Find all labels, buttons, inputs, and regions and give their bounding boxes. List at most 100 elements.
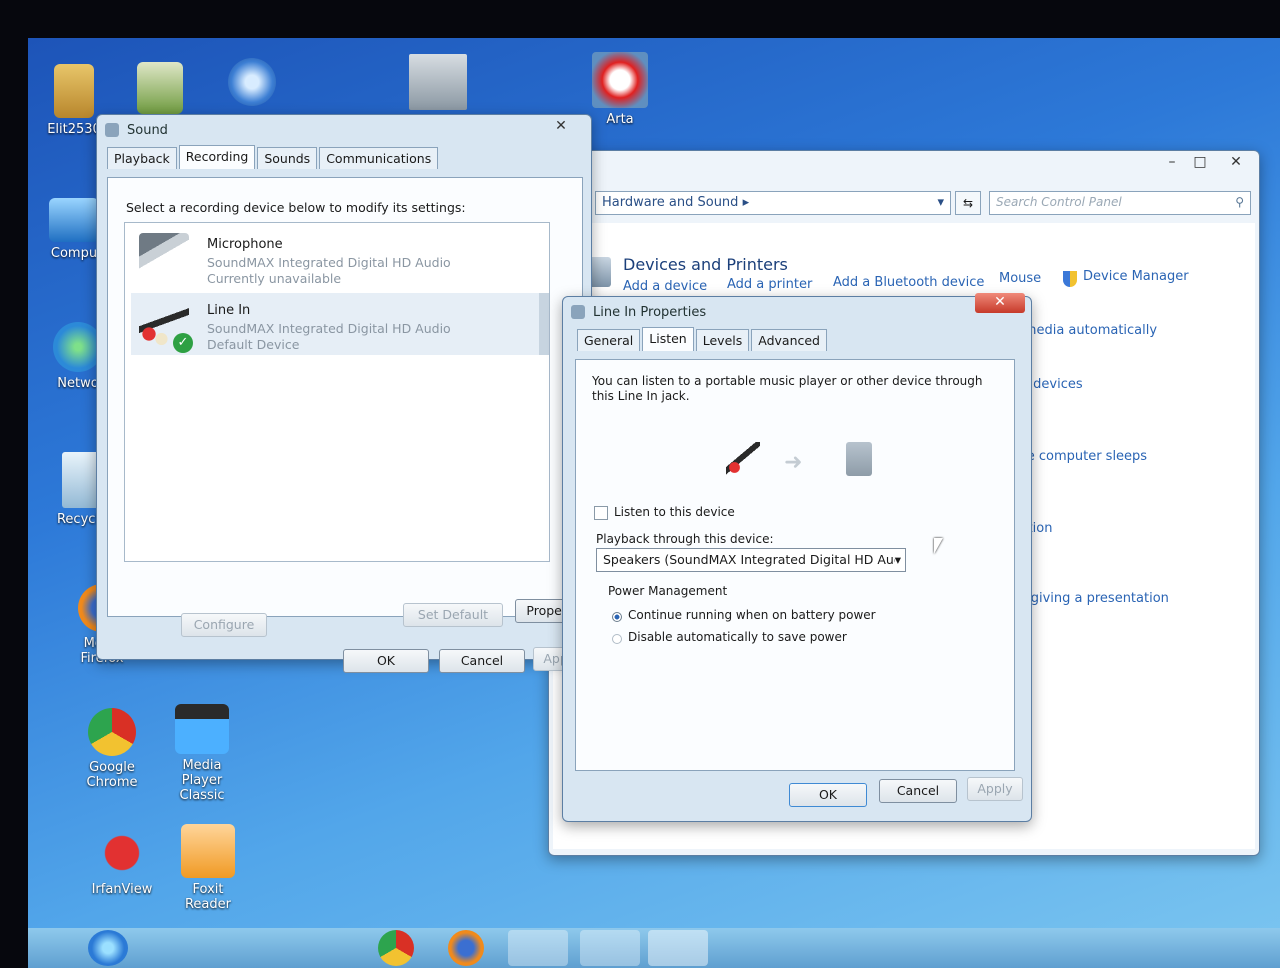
dropdown-arrow-icon[interactable]: ▾ [937, 195, 944, 210]
ok-button[interactable]: OK [789, 783, 867, 807]
desktop-icon-chrome[interactable]: Google Chrome [72, 708, 152, 790]
taskbar-skype-icon[interactable] [508, 930, 568, 966]
folder-icon [54, 64, 94, 118]
desktop-icon-foxit[interactable]: Foxit Reader [168, 824, 248, 912]
taskbar-firefox-icon[interactable] [448, 930, 484, 966]
power-option-continue[interactable]: Continue running when on battery power [628, 608, 876, 622]
listen-checkbox-label[interactable]: Listen to this device [614, 505, 735, 519]
playback-label: Playback through this device: [596, 532, 774, 546]
application-icon [137, 62, 183, 114]
desktop-icon-label: Google Chrome [86, 760, 138, 790]
maximize-button[interactable]: □ [1187, 153, 1213, 173]
recording-instruction: Select a recording device below to modif… [126, 200, 466, 215]
desktop: Elit2530 Arta Compu Netwo Recycle Mozill… [28, 38, 1280, 968]
desktop-icon-label: Arta [606, 112, 634, 127]
set-default-button[interactable]: Set Default [403, 603, 503, 627]
apply-button[interactable]: Apply [967, 777, 1023, 801]
tab-playback[interactable]: Playback [107, 147, 177, 169]
mouse-cursor-icon [934, 538, 943, 554]
device-row-microphone[interactable]: Microphone SoundMAX Integrated Digital H… [131, 227, 541, 289]
power-radio-disable[interactable] [612, 634, 622, 644]
recording-panel: Select a recording device below to modif… [107, 177, 583, 617]
add-printer-link[interactable]: Add a printer [727, 277, 812, 292]
line-in-tabs: General Listen Levels Advanced [563, 327, 1031, 351]
tab-communications[interactable]: Communications [319, 147, 439, 169]
device-driver: SoundMAX Integrated Digital HD Audio [207, 255, 451, 270]
mouse-link[interactable]: Mouse [999, 271, 1041, 286]
power-option-disable[interactable]: Disable automatically to save power [628, 630, 847, 644]
close-button[interactable]: ✕ [975, 293, 1025, 313]
playback-device-select[interactable]: Speakers (SoundMAX Integrated Digital HD… [596, 548, 906, 572]
line-in-dialog-title: Line In Properties [593, 304, 707, 320]
close-button[interactable]: ✕ [541, 117, 581, 137]
sound-dialog-titlebar[interactable]: Sound [97, 115, 591, 145]
breadcrumb[interactable]: Hardware and Sound [602, 195, 738, 210]
desktop-icon-label: IrfanView [91, 882, 153, 897]
sound-dialog: Sound ✕ Playback Recording Sounds Commun… [96, 114, 601, 673]
device-list: Microphone SoundMAX Integrated Digital H… [124, 222, 550, 562]
tab-levels[interactable]: Levels [695, 329, 750, 351]
tab-sounds[interactable]: Sounds [257, 147, 318, 169]
refresh-button[interactable]: ⇆ [955, 191, 981, 215]
desktop-icon-label: Media Player Classic [179, 758, 225, 803]
desktop-icon-media-player[interactable]: Media Player Classic [162, 704, 242, 803]
chrome-icon [88, 708, 136, 756]
device-name: Microphone [207, 237, 283, 252]
configure-button[interactable]: Configure [181, 613, 267, 637]
desktop-icon-arta[interactable]: Arta [580, 52, 660, 127]
tab-advanced[interactable]: Advanced [751, 329, 827, 351]
close-button[interactable]: ✕ [1219, 153, 1253, 173]
listen-panel: You can listen to a portable music playe… [575, 359, 1015, 771]
desktop-icon-label: Foxit Reader [184, 882, 231, 912]
taskbar-start-icon[interactable] [88, 930, 128, 966]
tab-general[interactable]: General [577, 329, 641, 351]
desktop-icon-media-disc[interactable] [212, 58, 292, 110]
chevron-down-icon: ▾ [894, 552, 901, 567]
sound-tabs: Playback Recording Sounds Communications [97, 145, 591, 169]
taskbar-control-panel-icon[interactable] [580, 930, 640, 966]
section-title[interactable]: Devices and Printers [623, 255, 788, 274]
shield-icon [1063, 271, 1077, 287]
device-status: Currently unavailable [207, 271, 342, 286]
line-in-titlebar[interactable]: Line In Properties [563, 297, 1031, 327]
device-driver: SoundMAX Integrated Digital HD Audio [207, 321, 451, 336]
desktop-icon-app[interactable] [120, 62, 200, 118]
desktop-icon-analyzer[interactable] [398, 54, 478, 114]
media-disc-icon [228, 58, 276, 106]
tab-listen[interactable]: Listen [642, 327, 694, 351]
device-row-line-in[interactable]: ✓ Line In SoundMAX Integrated Digital HD… [131, 293, 541, 355]
arta-icon [592, 52, 648, 108]
media-player-icon [175, 704, 229, 754]
power-radio-continue[interactable] [612, 612, 622, 622]
audio-analyzer-icon [409, 54, 467, 110]
ok-button[interactable]: OK [343, 649, 429, 673]
speaker-device-icon [846, 442, 872, 476]
add-bluetooth-link[interactable]: Add a Bluetooth device [833, 275, 984, 290]
breadcrumb-chevron-icon: ▸ [742, 195, 750, 210]
listen-checkbox[interactable] [594, 506, 608, 520]
listen-description: You can listen to a portable music playe… [592, 374, 983, 403]
address-bar[interactable]: Hardware and Sound ▸ ▾ [595, 191, 951, 215]
taskbar-chrome-icon[interactable] [378, 930, 414, 966]
cancel-button[interactable]: Cancel [439, 649, 525, 673]
computer-icon [49, 198, 99, 242]
desktop-icon-irfanview[interactable]: IrfanView [82, 828, 162, 897]
sound-dialog-title: Sound [127, 122, 168, 138]
playback-device-value: Speakers (SoundMAX Integrated Digital HD… [603, 552, 902, 567]
arrow-right-icon: ➜ [784, 450, 803, 475]
speaker-icon [105, 123, 119, 137]
default-device-check-icon: ✓ [173, 333, 193, 353]
power-management-title: Power Management [608, 584, 728, 598]
tab-recording[interactable]: Recording [178, 145, 256, 169]
search-placeholder: Search Control Panel [996, 195, 1122, 209]
device-manager-link[interactable]: Device Manager [1083, 269, 1189, 284]
line-in-cable-icon [726, 442, 760, 476]
pdf-icon [181, 824, 235, 878]
taskbar-sound-icon[interactable] [648, 930, 708, 966]
list-scrollbar[interactable] [539, 293, 549, 355]
add-device-link[interactable]: Add a device [623, 279, 707, 294]
cancel-button[interactable]: Cancel [879, 779, 957, 803]
minimize-button[interactable]: – [1159, 153, 1185, 173]
irfanview-icon [95, 828, 149, 878]
search-input[interactable]: Search Control Panel ⚲ [989, 191, 1251, 215]
